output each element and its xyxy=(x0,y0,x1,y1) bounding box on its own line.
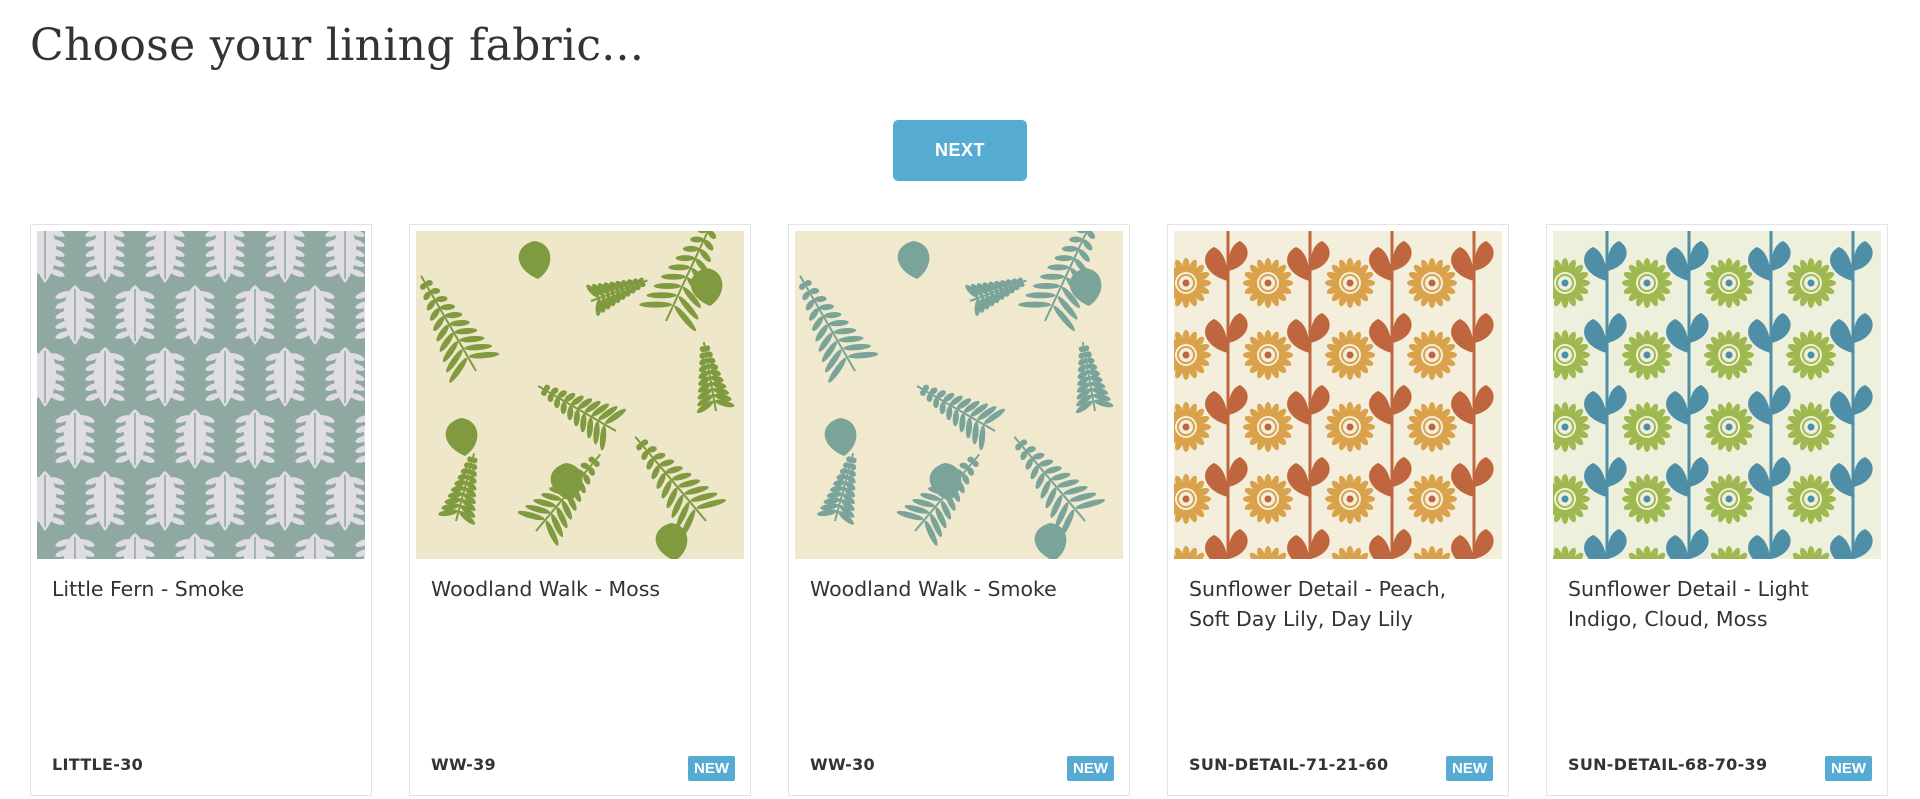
fabric-swatch-image[interactable] xyxy=(1174,231,1502,559)
fabric-name: Woodland Walk - Smoke xyxy=(810,577,1057,601)
fabric-grid: Little Fern - Smoke LITTLE-30 Woodland W… xyxy=(30,224,1890,796)
fabric-card[interactable]: Little Fern - Smoke LITTLE-30 xyxy=(30,224,372,796)
fabric-swatch-image[interactable] xyxy=(416,231,744,559)
fabric-card[interactable]: Sunflower Detail - Peach, Soft Day Lily,… xyxy=(1167,224,1509,796)
fabric-name: Sunflower Detail - Peach, Soft Day Lily,… xyxy=(1189,577,1447,631)
fabric-swatch-image[interactable] xyxy=(37,231,365,559)
fabric-card[interactable]: Woodland Walk - Smoke WW-30 NEW xyxy=(788,224,1130,796)
fabric-name: Woodland Walk - Moss xyxy=(431,577,661,601)
fabric-code: SUN-DETAIL-71-21-60 xyxy=(1189,755,1389,774)
fabric-code: LITTLE-30 xyxy=(52,755,144,774)
fabric-swatch-image[interactable] xyxy=(795,231,1123,559)
fabric-code: SUN-DETAIL-68-70-39 xyxy=(1568,755,1768,774)
fabric-card[interactable]: Sunflower Detail - Light Indigo, Cloud, … xyxy=(1546,224,1888,796)
new-badge: NEW xyxy=(1067,756,1114,781)
page-title: Choose your lining fabric... xyxy=(30,20,645,71)
fabric-name: Sunflower Detail - Light Indigo, Cloud, … xyxy=(1568,577,1809,631)
next-button[interactable]: NEXT xyxy=(893,120,1027,181)
fabric-swatch-image[interactable] xyxy=(1553,231,1881,559)
new-badge: NEW xyxy=(1825,756,1872,781)
new-badge: NEW xyxy=(1446,756,1493,781)
fabric-code: WW-39 xyxy=(431,755,496,774)
fabric-card[interactable]: Woodland Walk - Moss WW-39 NEW xyxy=(409,224,751,796)
fabric-name: Little Fern - Smoke xyxy=(52,577,245,601)
fabric-code: WW-30 xyxy=(810,755,875,774)
new-badge: NEW xyxy=(688,756,735,781)
